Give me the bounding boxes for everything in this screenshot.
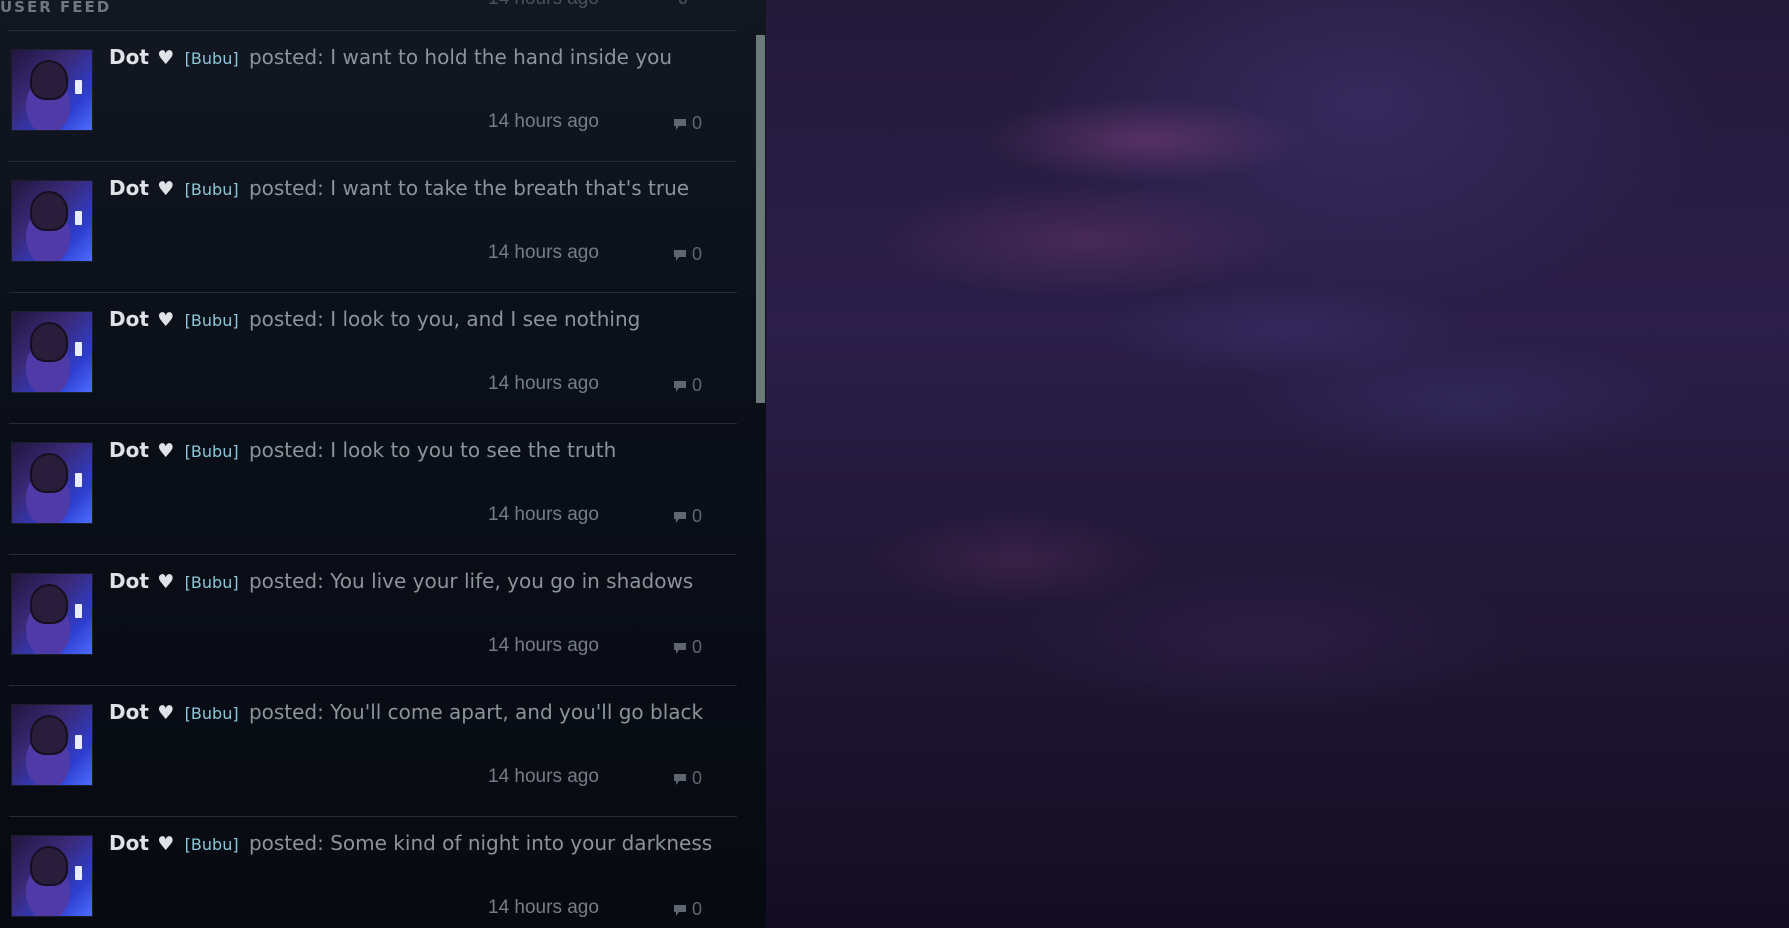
post-text: I look to you to see the truth [330,438,617,462]
comment-count: 0 [692,899,703,919]
post-verb: posted: [248,307,324,331]
feed-item[interactable]: Dot ♥ [Bubu] posted: I want to take the … [9,162,737,293]
partial-comment-count: 0 [678,0,688,9]
comment-icon [674,904,686,916]
avatar[interactable] [11,835,93,917]
app-window: USER FEED 14 hours ago 0 Dot ♥ [Bubu] po… [0,0,1789,928]
avatar[interactable] [11,49,93,131]
post-line: Dot ♥ [Bubu] posted: You live your life,… [109,569,693,593]
heart-icon: ♥ [157,833,175,855]
post-line: Dot ♥ [Bubu] posted: Some kind of night … [109,831,712,855]
timestamp: 14 hours ago [488,242,599,263]
post-line: Dot ♥ [Bubu] posted: You'll come apart, … [109,700,703,724]
comment-icon [674,642,686,654]
comment-count: 0 [692,113,703,133]
clan-tag[interactable]: [Bubu] [185,49,239,68]
comment-count-button[interactable]: 0 [674,375,702,396]
avatar[interactable] [11,180,93,262]
timestamp: 14 hours ago [488,504,599,525]
avatar[interactable] [11,573,93,655]
comment-count: 0 [692,768,703,788]
comment-count-button[interactable]: 0 [674,768,702,789]
partial-timestamp: 14 hours ago [488,0,599,10]
heart-icon: ♥ [157,571,175,593]
heart-icon: ♥ [157,178,175,200]
post-verb: posted: [248,831,324,855]
feed-item[interactable]: Dot ♥ [Bubu] posted: I look to you to se… [9,424,737,555]
username[interactable]: Dot [109,45,149,69]
username[interactable]: Dot [109,438,149,462]
feed-item[interactable]: Dot ♥ [Bubu] posted: You live your life,… [9,555,737,686]
clan-tag[interactable]: [Bubu] [185,311,239,330]
post-line: Dot ♥ [Bubu] posted: I want to hold the … [109,45,672,69]
feed-item[interactable]: Dot ♥ [Bubu] posted: I look to you, and … [9,293,737,424]
background-artwork [766,0,1789,928]
heart-icon: ♥ [157,702,175,724]
post-verb: posted: [248,176,324,200]
heart-icon: ♥ [157,47,175,69]
post-line: Dot ♥ [Bubu] posted: I want to take the … [109,176,689,200]
post-text: You live your life, you go in shadows [330,569,694,593]
clan-tag[interactable]: [Bubu] [185,573,239,592]
post-verb: posted: [248,438,324,462]
clan-tag[interactable]: [Bubu] [185,835,239,854]
comment-count-button[interactable]: 0 [674,899,702,920]
timestamp: 14 hours ago [488,897,599,918]
comment-count-button[interactable]: 0 [674,244,702,265]
user-feed-panel: USER FEED 14 hours ago 0 Dot ♥ [Bubu] po… [0,0,766,928]
comment-icon [674,380,686,392]
feed-scrollbar[interactable] [756,35,765,403]
heart-icon: ♥ [157,440,175,462]
post-text: I look to you, and I see nothing [330,307,641,331]
timestamp: 14 hours ago [488,635,599,656]
comment-icon [674,511,686,523]
comment-count-button[interactable]: 0 [674,506,702,527]
post-text: You'll come apart, and you'll go black [330,700,704,724]
post-text: Some kind of night into your darkness [330,831,713,855]
feed-item[interactable]: Dot ♥ [Bubu] posted: You'll come apart, … [9,686,737,817]
feed-title: USER FEED [0,0,112,16]
avatar[interactable] [11,442,93,524]
comment-icon [674,249,686,261]
feed-item[interactable]: Dot ♥ [Bubu] posted: I want to hold the … [9,31,737,162]
post-verb: posted: [248,569,324,593]
post-line: Dot ♥ [Bubu] posted: I look to you, and … [109,307,640,331]
post-line: Dot ♥ [Bubu] posted: I look to you to se… [109,438,616,462]
comment-icon [674,118,686,130]
clan-tag[interactable]: [Bubu] [185,442,239,461]
clan-tag[interactable]: [Bubu] [185,180,239,199]
post-verb: posted: [248,45,324,69]
username[interactable]: Dot [109,176,149,200]
post-verb: posted: [248,700,324,724]
username[interactable]: Dot [109,831,149,855]
avatar[interactable] [11,704,93,786]
comment-count: 0 [692,375,703,395]
feed-list: Dot ♥ [Bubu] posted: I want to hold the … [0,31,740,928]
comment-count: 0 [692,506,703,526]
username[interactable]: Dot [109,700,149,724]
post-text: I want to hold the hand inside you [330,45,673,69]
comment-icon [674,773,686,785]
comment-count: 0 [692,637,703,657]
timestamp: 14 hours ago [488,766,599,787]
timestamp: 14 hours ago [488,373,599,394]
comment-count: 0 [692,244,703,264]
timestamp: 14 hours ago [488,111,599,132]
username[interactable]: Dot [109,307,149,331]
feed-item[interactable]: Dot ♥ [Bubu] posted: Some kind of night … [9,817,737,928]
heart-icon: ♥ [157,309,175,331]
username[interactable]: Dot [109,569,149,593]
comment-count-button[interactable]: 0 [674,113,702,134]
avatar[interactable] [11,311,93,393]
comment-count-button[interactable]: 0 [674,637,702,658]
clan-tag[interactable]: [Bubu] [185,704,239,723]
post-text: I want to take the breath that's true [330,176,690,200]
